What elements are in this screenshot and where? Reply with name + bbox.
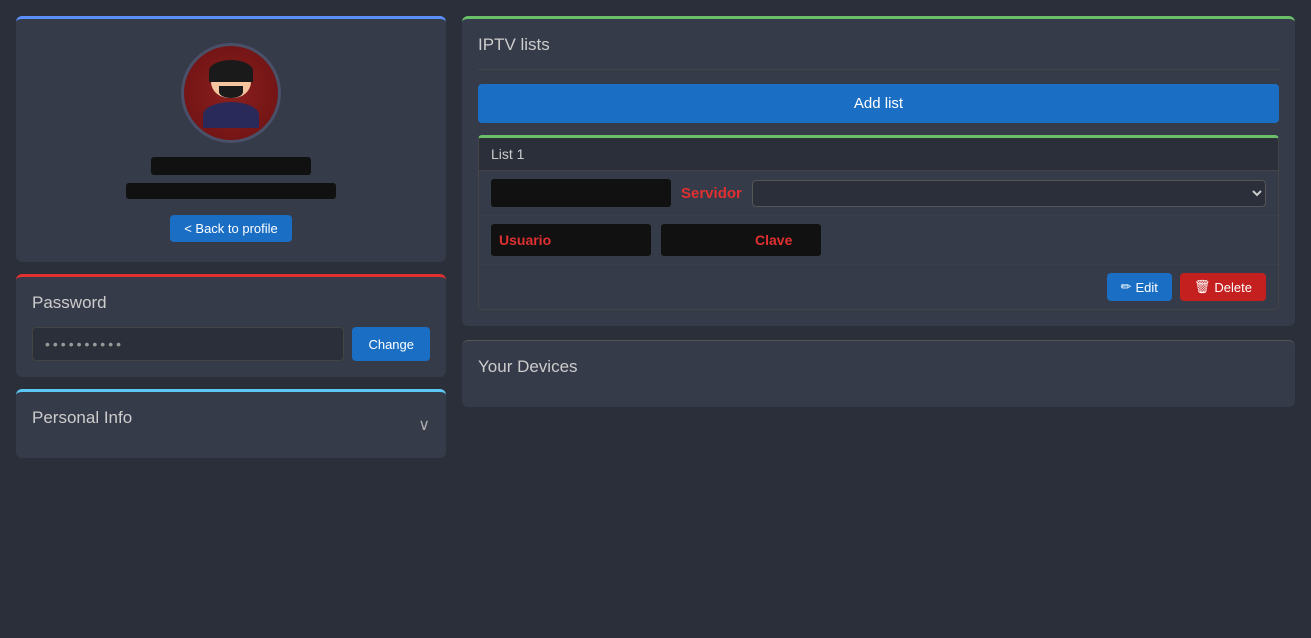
clave-hidden-value [669, 234, 749, 246]
iptv-title: IPTV lists [478, 35, 1279, 55]
usuario-label: Usuario [499, 232, 551, 248]
iptv-card: IPTV lists Add list List 1 Servidor Usua… [462, 16, 1295, 326]
username-display [151, 157, 311, 175]
delete-button[interactable]: 🗑 Delete [1180, 273, 1266, 301]
personal-info-header[interactable]: Personal Info ∨ [32, 408, 430, 442]
iptv-divider [478, 69, 1279, 70]
servidor-select[interactable] [752, 180, 1266, 207]
credentials-row: Usuario Clave [479, 216, 1278, 265]
avatar-beard [219, 86, 243, 98]
edit-button[interactable]: ✏ Edit [1107, 273, 1172, 301]
avatar-figure [196, 58, 266, 128]
personal-info-card[interactable]: Personal Info ∨ [16, 389, 446, 458]
devices-card: Your Devices [462, 340, 1295, 407]
trash-icon: 🗑 [1194, 279, 1211, 295]
email-display [126, 183, 336, 199]
list-actions: ✏ Edit 🗑 Delete [479, 265, 1278, 309]
clave-field: Clave [661, 224, 821, 256]
servidor-row: Servidor [479, 171, 1278, 216]
password-input[interactable] [32, 327, 344, 361]
personal-info-title: Personal Info [32, 408, 132, 428]
left-panel: < Back to profile Password Change Person… [16, 16, 446, 622]
servidor-value-field [491, 179, 671, 207]
avatar [181, 43, 281, 143]
clave-label: Clave [755, 232, 792, 248]
list-item-header: List 1 [479, 138, 1278, 171]
password-row: Change [32, 327, 430, 361]
right-panel: IPTV lists Add list List 1 Servidor Usua… [462, 16, 1295, 622]
change-password-button[interactable]: Change [352, 327, 430, 361]
list-item: List 1 Servidor Usuario Clave [478, 135, 1279, 310]
password-title: Password [32, 293, 430, 313]
servidor-label: Servidor [681, 185, 742, 202]
back-to-profile-button[interactable]: < Back to profile [170, 215, 292, 242]
delete-label: Delete [1214, 280, 1252, 295]
avatar-hair [209, 60, 253, 82]
profile-card: < Back to profile [16, 16, 446, 262]
pencil-icon: ✏ [1121, 279, 1132, 295]
chevron-down-icon: ∨ [418, 415, 430, 435]
avatar-body [203, 102, 259, 128]
password-card: Password Change [16, 274, 446, 377]
usuario-field: Usuario [491, 224, 651, 256]
devices-title: Your Devices [478, 357, 1279, 377]
edit-label: Edit [1136, 280, 1158, 295]
add-list-button[interactable]: Add list [478, 84, 1279, 123]
